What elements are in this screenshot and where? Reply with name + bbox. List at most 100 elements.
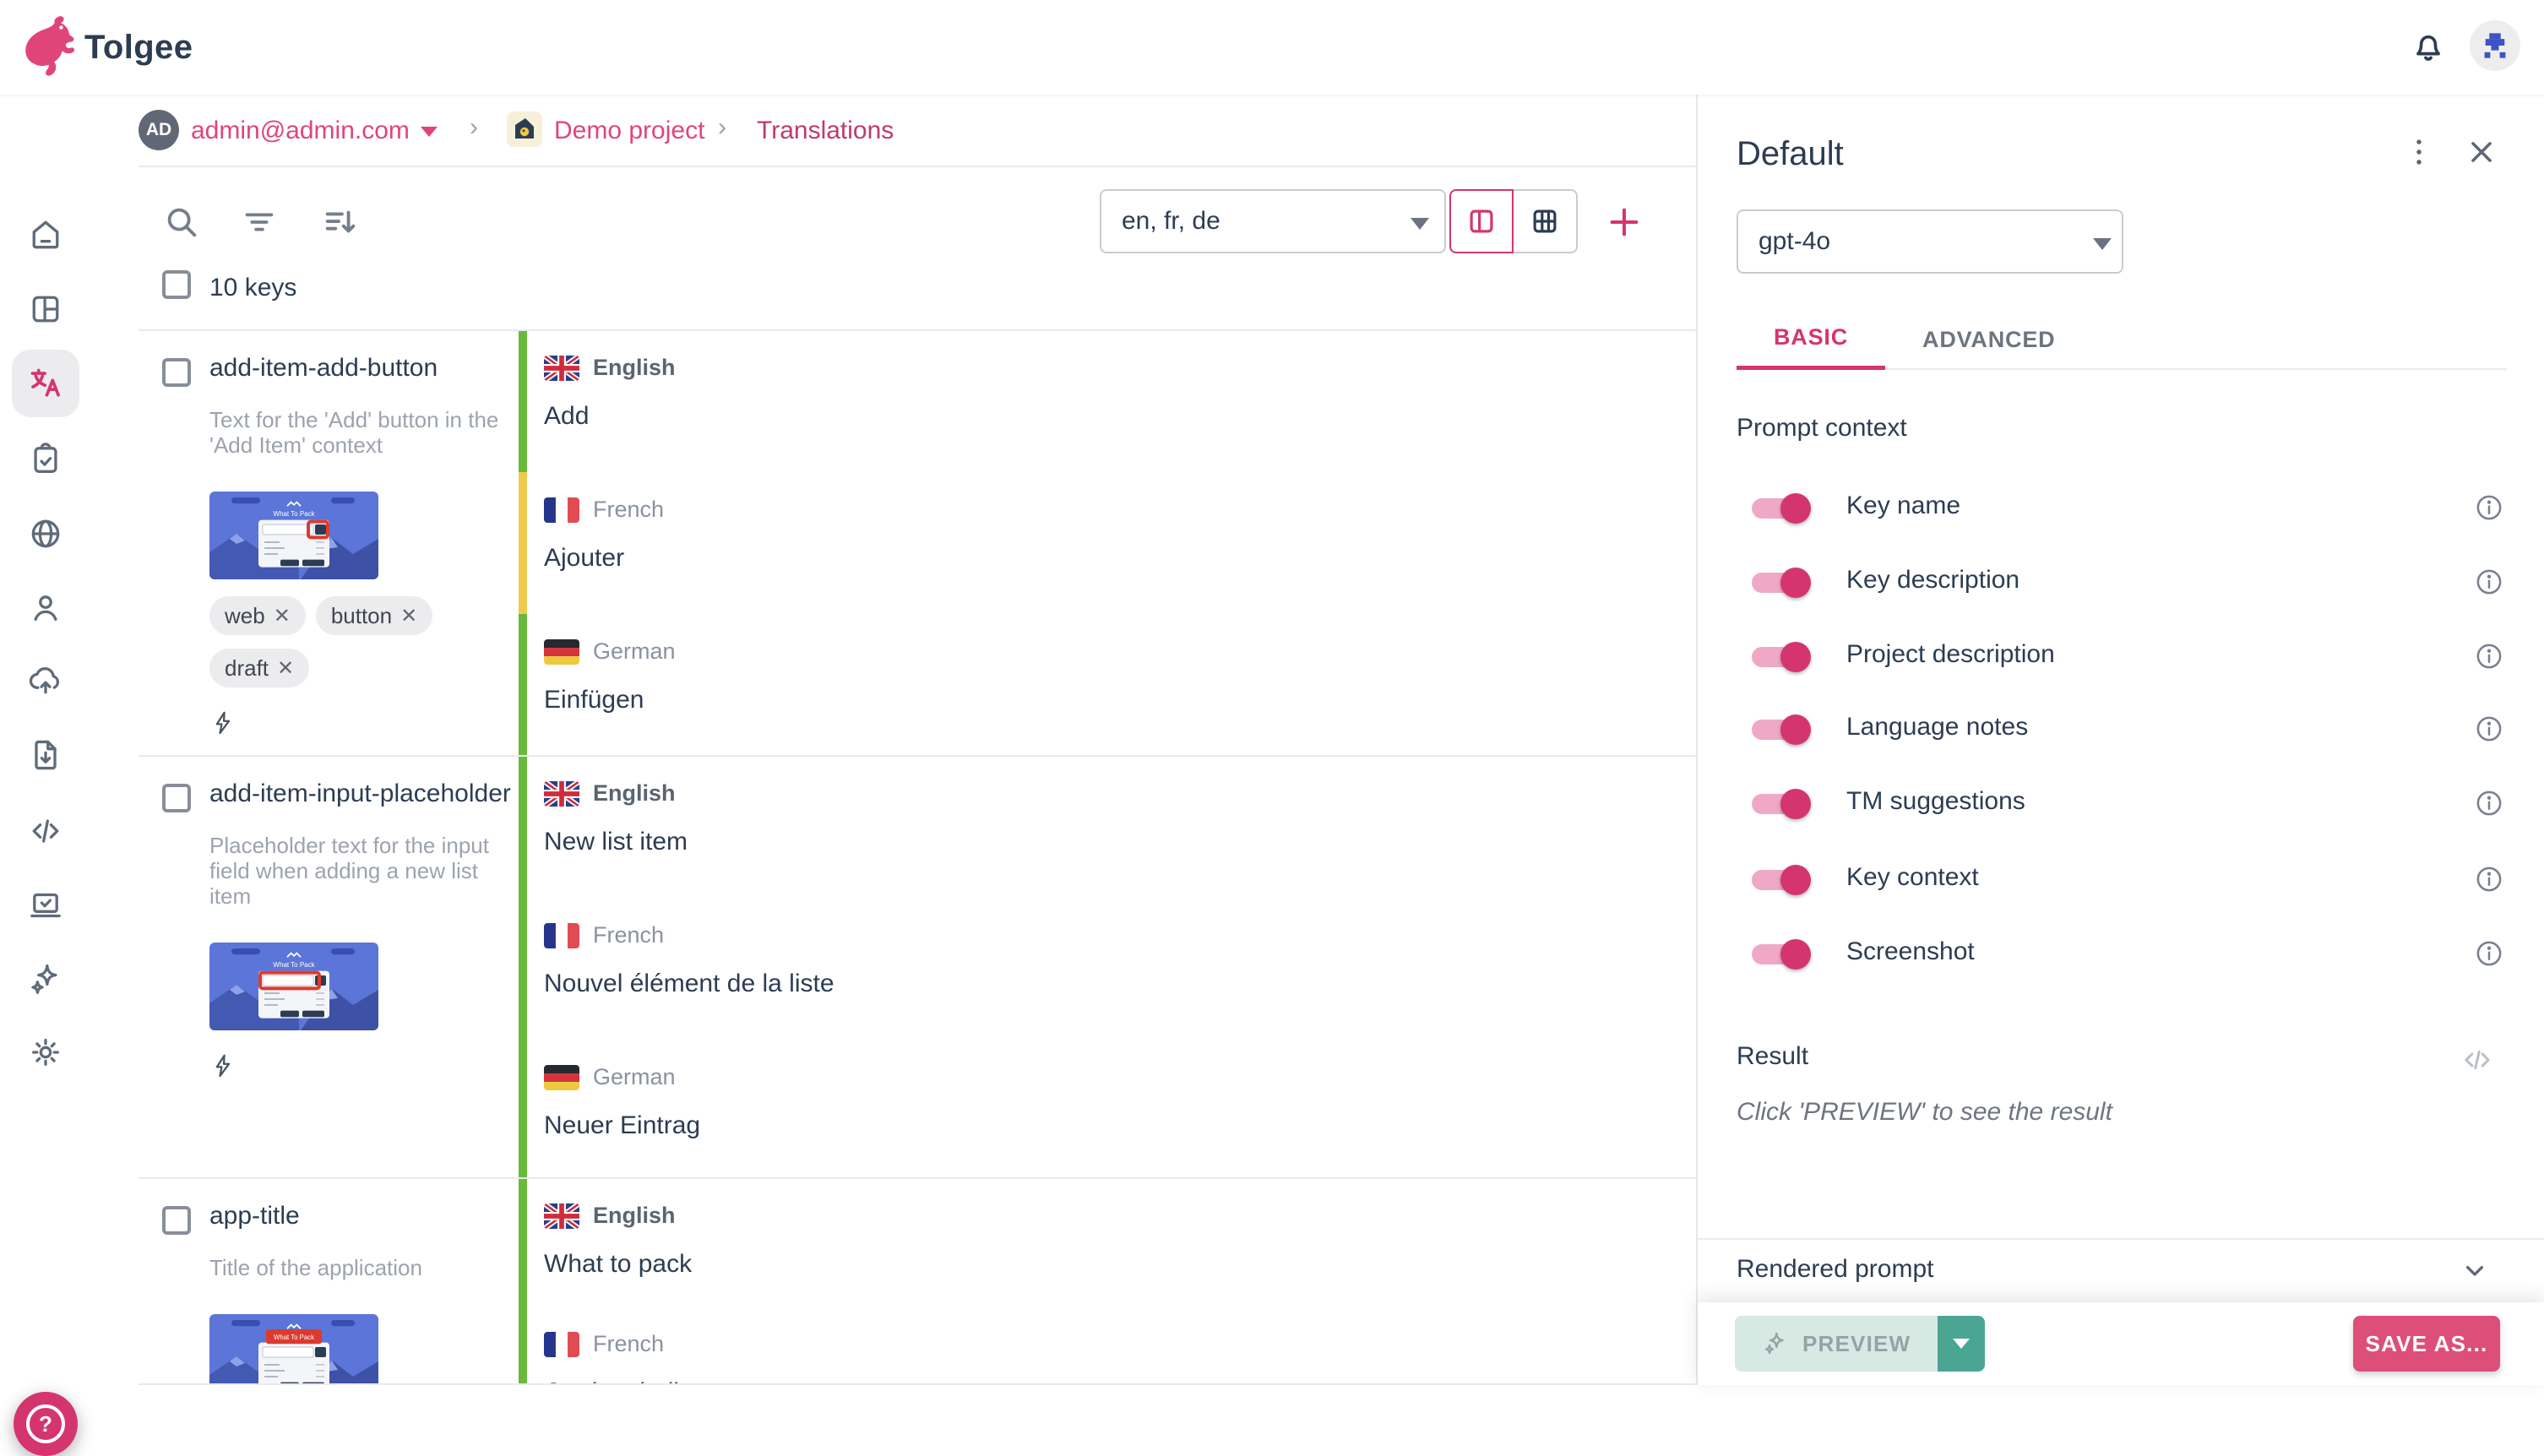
translation-row: add-item-input-placeholder Placeholder t… [139, 757, 1696, 1179]
tag-pill[interactable]: web ✕ [209, 596, 306, 635]
flag-fr-icon [544, 923, 579, 948]
flag-gb-icon [544, 1203, 579, 1229]
user-avatar-small[interactable]: AD [139, 110, 179, 150]
kebab-menu-icon[interactable] [2400, 133, 2438, 171]
toggle-switch-on[interactable] [1752, 870, 1807, 890]
remove-tag-icon[interactable]: ✕ [274, 604, 291, 628]
chevron-down-icon[interactable] [2458, 1253, 2492, 1287]
table-view-button[interactable] [1514, 189, 1578, 253]
avatar-initials: AD [139, 110, 179, 150]
machine-translate-bolt-icon[interactable] [209, 708, 517, 738]
sidebar-item-settings[interactable] [12, 1019, 79, 1086]
info-icon[interactable] [2473, 640, 2505, 672]
sidebar-item-home[interactable] [12, 201, 79, 269]
sidebar-item-import[interactable] [12, 647, 79, 714]
translation-cell-fr[interactable]: French Nouvel élément de la liste [544, 899, 1696, 1040]
translation-cell-fr[interactable]: French Quoi emballer [544, 1307, 1696, 1385]
translation-value: Einfügen [544, 686, 644, 714]
sidebar-item-ai[interactable] [12, 946, 79, 1013]
key-cell[interactable]: add-item-add-button Text for the 'Add' b… [209, 353, 517, 738]
key-screenshot-thumbnail[interactable]: What To Pack [209, 943, 378, 1030]
translation-cell-gb[interactable]: English What to pack [544, 1179, 1696, 1307]
svg-text:What To Pack: What To Pack [274, 1334, 314, 1341]
model-selector[interactable]: gpt-4o [1737, 209, 2123, 274]
tab-basic[interactable]: BASIC [1737, 309, 1885, 370]
add-key-button[interactable] [1605, 203, 1644, 242]
translation-cell-de[interactable]: German Einfügen [544, 615, 1696, 757]
toggle-switch-on[interactable] [1752, 944, 1807, 964]
key-name: add-item-add-button [209, 353, 517, 383]
language-header: English [544, 355, 676, 381]
sidebar-item-tasks[interactable] [12, 426, 79, 493]
code-icon[interactable] [2460, 1042, 2495, 1078]
prompt-context-option: Project description [1737, 633, 2505, 681]
remove-tag-icon[interactable]: ✕ [277, 656, 294, 681]
row-checkbox[interactable] [162, 784, 191, 812]
translation-value: Add [544, 402, 589, 431]
help-button[interactable]: ? [14, 1392, 78, 1456]
key-cell[interactable]: add-item-input-placeholder Placeholder t… [209, 779, 517, 1081]
language-label: English [593, 1203, 676, 1229]
top-app-bar: Tolgee [0, 0, 2544, 95]
notifications-bell-icon[interactable] [2409, 27, 2448, 66]
preview-split-button: PREVIEW [1735, 1316, 1985, 1372]
translation-cell-gb[interactable]: English Add [544, 331, 1696, 473]
sidebar-item-languages[interactable] [12, 500, 79, 568]
svg-text:What To Pack: What To Pack [273, 510, 315, 518]
tag-list: web ✕ button ✕ draft ✕ [209, 596, 497, 687]
breadcrumb-user[interactable]: admin@admin.com [191, 117, 410, 145]
result-heading: Result [1737, 1042, 1808, 1071]
ai-prompt-panel: Default gpt-4o BASIC ADVANCED Prompt con… [1696, 95, 2544, 1385]
tag-pill[interactable]: button ✕ [316, 596, 432, 635]
info-icon[interactable] [2473, 713, 2505, 745]
toggle-switch-on[interactable] [1752, 573, 1807, 593]
sidebar-item-members[interactable] [12, 574, 79, 642]
save-as-button[interactable]: SAVE AS... [2353, 1316, 2500, 1372]
filter-icon[interactable] [240, 203, 279, 242]
sidebar-item-translations[interactable] [12, 350, 79, 417]
select-all-checkbox[interactable] [162, 270, 191, 299]
translation-state-bar [519, 757, 527, 1177]
breadcrumb-project[interactable]: Demo project [554, 117, 704, 145]
remove-tag-icon[interactable]: ✕ [400, 604, 417, 628]
row-checkbox[interactable] [162, 1206, 191, 1235]
preview-button[interactable]: PREVIEW [1735, 1316, 1938, 1372]
key-screenshot-thumbnail[interactable]: What To Pack [209, 492, 378, 579]
toggle-switch-on[interactable] [1752, 498, 1807, 519]
info-icon[interactable] [2473, 492, 2505, 524]
sidebar-item-integrate[interactable] [12, 797, 79, 865]
user-avatar[interactable] [2470, 20, 2520, 71]
info-icon[interactable] [2473, 863, 2505, 895]
toggle-switch-on[interactable] [1752, 647, 1807, 667]
preview-dropdown-button[interactable] [1938, 1316, 1985, 1372]
caret-down-icon[interactable] [421, 125, 438, 139]
projects-icon [27, 291, 64, 328]
toggle-switch-on[interactable] [1752, 720, 1807, 740]
tag-pill[interactable]: draft ✕ [209, 649, 309, 687]
list-view-button[interactable] [1449, 189, 1514, 253]
toggle-switch-on[interactable] [1752, 794, 1807, 814]
translation-cell-gb[interactable]: English New list item [544, 757, 1696, 899]
ai-icon [27, 961, 64, 998]
machine-translate-bolt-icon[interactable] [209, 1051, 517, 1081]
row-checkbox[interactable] [162, 358, 191, 387]
sidebar-item-export[interactable] [12, 721, 79, 789]
key-cell[interactable]: app-title Title of the application What … [209, 1201, 517, 1385]
sidebar-item-projects[interactable] [12, 275, 79, 343]
prompt-context-option: Key name [1737, 485, 2505, 532]
toggle-label: TM suggestions [1846, 787, 2025, 816]
key-screenshot-thumbnail[interactable]: What To Pack What To Pack [209, 1314, 378, 1385]
rendered-prompt-heading[interactable]: Rendered prompt [1737, 1255, 1933, 1284]
close-icon[interactable] [2463, 133, 2500, 171]
translation-cell-fr[interactable]: French Ajouter [544, 473, 1696, 615]
sidebar-item-devtools[interactable] [12, 872, 79, 939]
translation-cell-de[interactable]: German Neuer Eintrag [544, 1040, 1696, 1179]
tab-advanced[interactable]: ADVANCED [1885, 309, 2092, 370]
info-icon[interactable] [2473, 937, 2505, 970]
toggle-label: Screenshot [1846, 937, 1975, 966]
info-icon[interactable] [2473, 787, 2505, 819]
info-icon[interactable] [2473, 566, 2505, 598]
sort-icon[interactable] [321, 203, 360, 242]
language-selector[interactable]: en, fr, de [1100, 189, 1446, 253]
search-icon[interactable] [162, 203, 201, 242]
